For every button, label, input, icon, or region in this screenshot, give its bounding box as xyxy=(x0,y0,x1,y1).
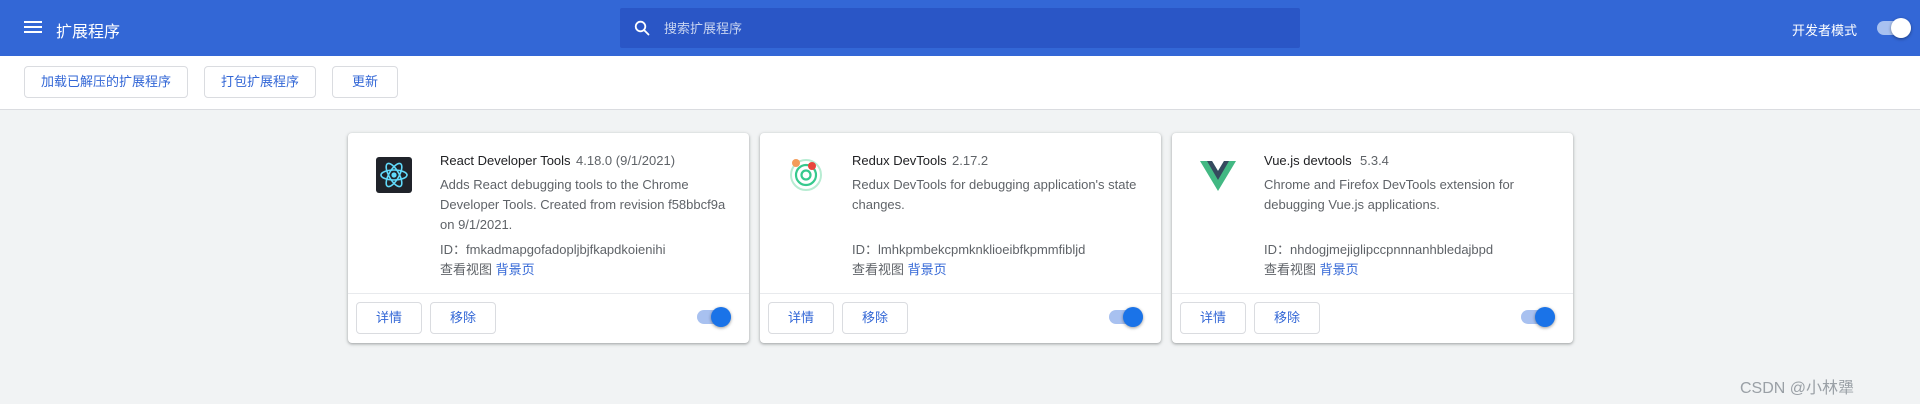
remove-button[interactable]: 移除 xyxy=(842,302,908,334)
inspect-views: 查看视图 背景页 xyxy=(852,259,947,278)
extension-version: 2.17.2 xyxy=(952,153,989,168)
redux-icon xyxy=(790,159,822,191)
extension-description: Adds React debugging tools to the Chrome… xyxy=(440,177,726,232)
extension-id-label: ID： xyxy=(440,242,467,257)
toggle-knob xyxy=(1535,307,1555,327)
search-input[interactable] xyxy=(664,8,1284,48)
devmode-toggle[interactable] xyxy=(1877,18,1911,38)
app-header: 扩展程序 开发者模式 xyxy=(0,0,1920,56)
toggle-knob xyxy=(1123,307,1143,327)
search-box[interactable] xyxy=(620,8,1300,48)
menu-icon[interactable] xyxy=(24,18,44,38)
extension-id: ID：fmkadmapgofadopljbjfkapdkoienihi xyxy=(440,239,665,258)
inspect-views-label: 查看视图 xyxy=(1264,262,1317,277)
extension-enable-toggle[interactable] xyxy=(697,307,731,327)
page-title: 扩展程序 xyxy=(56,24,121,41)
extension-id-label: ID： xyxy=(1264,242,1291,257)
card-footer: 详情 移除 xyxy=(760,293,1161,343)
extension-name: React Developer Tools xyxy=(440,153,571,168)
extension-description: Chrome and Firefox DevTools extension fo… xyxy=(1264,177,1515,212)
extension-id: ID：nhdogjmejiglipccpnnnanhbledajbpd xyxy=(1264,239,1493,258)
inspect-views: 查看视图 背景页 xyxy=(1264,259,1359,278)
background-page-link[interactable]: 背景页 xyxy=(496,262,535,277)
extension-id: ID：lmhkpmbekcpmknklioeibfkpmmfibljd xyxy=(852,239,1085,258)
extension-version: 4.18.0 (9/1/2021) xyxy=(576,153,676,168)
card-footer: 详情 移除 xyxy=(348,293,749,343)
remove-button[interactable]: 移除 xyxy=(1254,302,1320,334)
vue-icon xyxy=(1200,161,1236,191)
remove-button[interactable]: 移除 xyxy=(430,302,496,334)
background-page-link[interactable]: 背景页 xyxy=(1320,262,1359,277)
update-button[interactable]: 更新 xyxy=(332,66,398,98)
card-footer: 详情 移除 xyxy=(1172,293,1573,343)
extension-name: Redux DevTools xyxy=(852,153,947,168)
extension-version: 5.3.4 xyxy=(1360,153,1389,168)
extension-card-redux: Redux DevTools 2.17.2 Redux DevTools for… xyxy=(760,133,1161,343)
extension-id-value: lmhkpmbekcpmknklioeibfkpmmfibljd xyxy=(878,242,1086,257)
details-button[interactable]: 详情 xyxy=(356,302,422,334)
inspect-views: 查看视图 背景页 xyxy=(440,259,535,278)
extension-id-value: fmkadmapgofadopljbjfkapdkoienihi xyxy=(466,242,666,257)
react-icon xyxy=(376,157,412,193)
details-button[interactable]: 详情 xyxy=(1180,302,1246,334)
extension-id-value: nhdogjmejiglipccpnnnanhbledajbpd xyxy=(1290,242,1494,257)
devmode-label: 开发者模式 xyxy=(1792,23,1858,38)
pack-extension-button[interactable]: 打包扩展程序 xyxy=(204,66,316,98)
extension-card-react: React Developer Tools 4.18.0 (9/1/2021) … xyxy=(348,133,749,343)
extension-enable-toggle[interactable] xyxy=(1521,307,1555,327)
load-unpacked-button[interactable]: 加载已解压的扩展程序 xyxy=(24,66,188,98)
watermark: CSDN @小林犟 xyxy=(1740,380,1855,397)
search-icon xyxy=(634,20,650,36)
extension-enable-toggle[interactable] xyxy=(1109,307,1143,327)
extension-name: Vue.js devtools xyxy=(1264,153,1352,168)
extension-card-vue: Vue.js devtools 5.3.4 Chrome and Firefox… xyxy=(1172,133,1573,343)
inspect-views-label: 查看视图 xyxy=(440,262,493,277)
background-page-link[interactable]: 背景页 xyxy=(908,262,947,277)
toggle-knob xyxy=(1891,18,1911,38)
extension-id-label: ID： xyxy=(852,242,879,257)
toggle-knob xyxy=(711,307,731,327)
details-button[interactable]: 详情 xyxy=(768,302,834,334)
extension-description: Redux DevTools for debugging application… xyxy=(852,177,1137,212)
inspect-views-label: 查看视图 xyxy=(852,262,905,277)
toolbar: 加载已解压的扩展程序 打包扩展程序 更新 xyxy=(0,56,1920,110)
